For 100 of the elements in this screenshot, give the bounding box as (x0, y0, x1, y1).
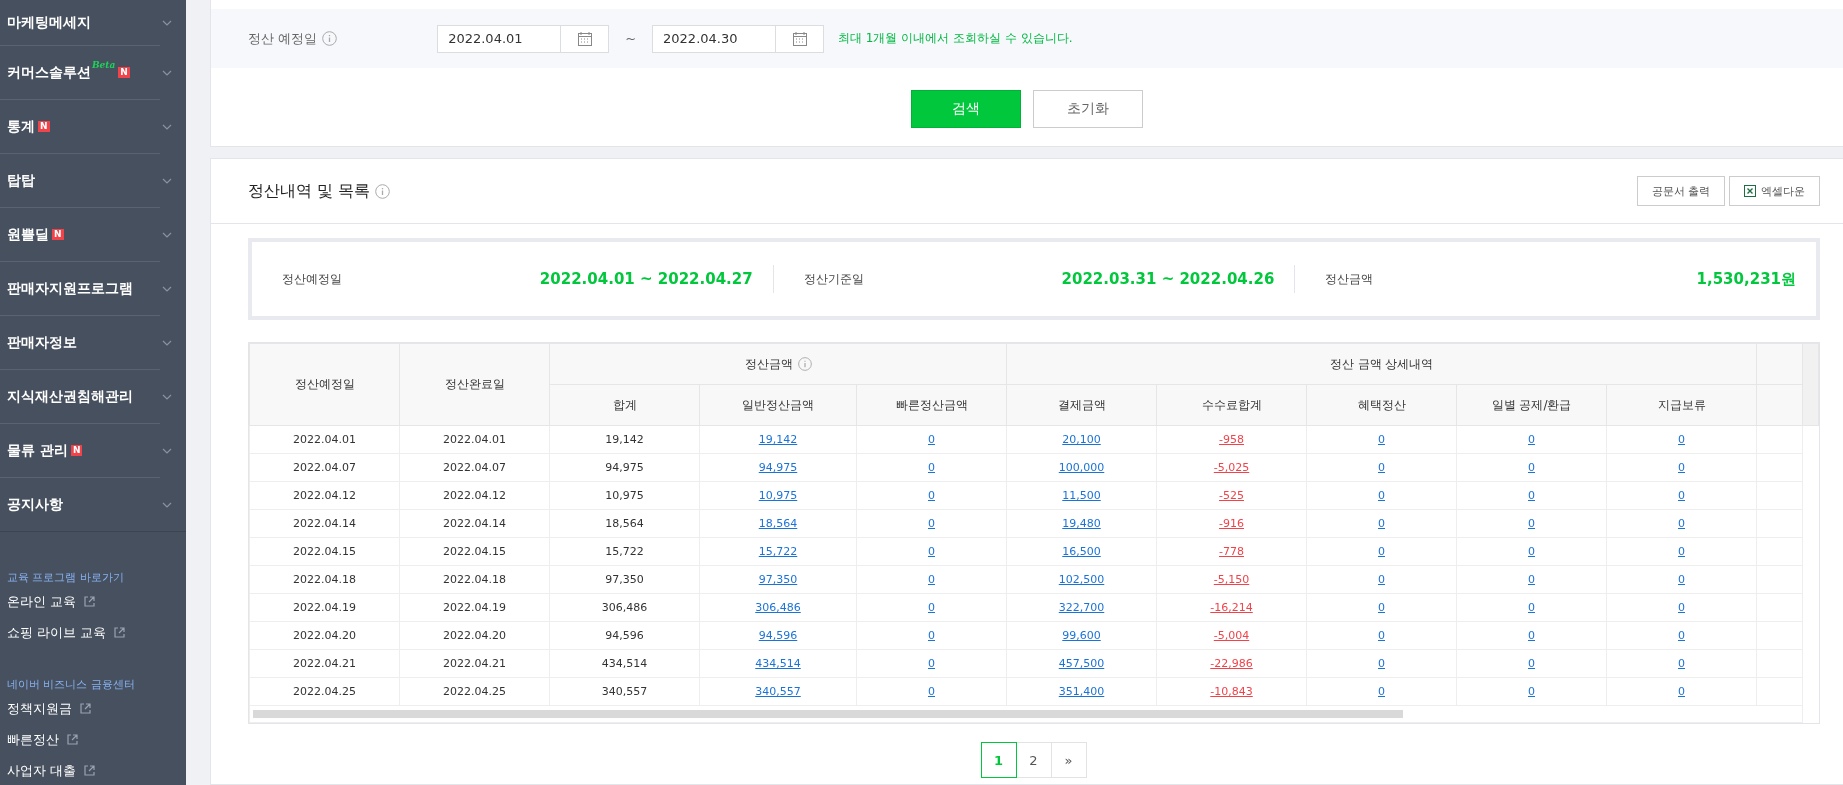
hint-text: 최대 1개월 이내에서 조회하실 수 있습니다. (838, 30, 1073, 47)
sidebar-link[interactable]: 온라인 교육 (7, 593, 186, 624)
amount-link[interactable]: 0 (1378, 517, 1385, 530)
amount-link[interactable]: 0 (928, 517, 935, 530)
amount-link[interactable]: 0 (928, 685, 935, 698)
amount-link[interactable]: 0 (1378, 657, 1385, 670)
sidebar-menu-item[interactable]: 지식재산권침해관리 (0, 370, 160, 424)
table-cell: 2022.04.18 (443, 573, 506, 586)
page-button[interactable]: 2 (1015, 742, 1052, 778)
sidebar-link[interactable]: 쇼핑 라이브 교육 (7, 624, 186, 655)
excel-download-button[interactable]: 엑셀다운 (1729, 176, 1820, 206)
amount-link[interactable]: 94,975 (758, 461, 798, 474)
amount-link[interactable]: 0 (1678, 573, 1685, 586)
amount-link[interactable]: 100,000 (1058, 461, 1105, 474)
amount-link[interactable]: -10,843 (1210, 685, 1253, 698)
sidebar-menu-item[interactable]: 판매자정보 (0, 316, 160, 370)
amount-link[interactable]: 97,350 (758, 573, 798, 586)
filter-label: 정산 예정일 (248, 29, 318, 48)
amount-link[interactable]: 0 (1378, 685, 1385, 698)
amount-link[interactable]: 0 (1678, 489, 1685, 502)
amount-link[interactable]: 0 (1528, 573, 1535, 586)
column-header: 빠른정산금액 (856, 384, 1007, 426)
amount-link[interactable]: 0 (1678, 545, 1685, 558)
amount-link[interactable]: 0 (1528, 489, 1535, 502)
sidebar-menu-item[interactable]: 통계 N (0, 100, 160, 154)
sidebar-menu-item[interactable]: 마케팅메세지 (0, 0, 160, 46)
amount-link[interactable]: 0 (928, 629, 935, 642)
amount-link[interactable]: 0 (1678, 657, 1685, 670)
amount-link[interactable]: 0 (928, 545, 935, 558)
amount-link[interactable]: -5,004 (1213, 629, 1250, 642)
amount-link[interactable]: 0 (1678, 685, 1685, 698)
amount-link[interactable]: 322,700 (1058, 601, 1105, 614)
amount-link[interactable]: 11,500 (1062, 489, 1101, 502)
amount-link[interactable]: 0 (1528, 461, 1535, 474)
amount-link[interactable]: 306,486 (755, 601, 801, 614)
amount-link[interactable]: -778 (1219, 545, 1244, 558)
amount-link[interactable]: 0 (1528, 657, 1535, 670)
sidebar-link[interactable]: 빠른정산 (7, 731, 186, 762)
amount-link[interactable]: 0 (1378, 433, 1385, 446)
amount-link[interactable]: 0 (1678, 433, 1685, 446)
amount-link[interactable]: 20,100 (1062, 433, 1101, 446)
end-date-field[interactable]: 2022.04.30 (652, 24, 777, 53)
amount-link[interactable]: 94,596 (758, 629, 798, 642)
print-button[interactable]: 공문서 출력 (1636, 176, 1725, 206)
amount-link[interactable]: 0 (1678, 461, 1685, 474)
amount-link[interactable]: 0 (1378, 489, 1385, 502)
amount-link[interactable]: 0 (1378, 601, 1385, 614)
amount-link[interactable]: 15,722 (758, 545, 798, 558)
sidebar-menu-item[interactable]: 탑탑 (0, 154, 160, 208)
amount-link[interactable]: 340,557 (755, 685, 801, 698)
amount-link[interactable]: 0 (1528, 433, 1535, 446)
external-link-icon (84, 596, 96, 607)
calendar-icon[interactable] (776, 24, 825, 53)
amount-link[interactable]: -5,025 (1213, 461, 1250, 474)
amount-link[interactable]: 0 (1678, 629, 1685, 642)
amount-link[interactable]: 10,975 (758, 489, 798, 502)
amount-link[interactable]: 0 (928, 489, 935, 502)
amount-link[interactable]: -525 (1219, 489, 1244, 502)
amount-link[interactable]: -958 (1219, 433, 1244, 446)
amount-link[interactable]: 16,500 (1062, 545, 1101, 558)
reset-button[interactable]: 초기화 (1033, 90, 1143, 128)
sidebar-link[interactable]: 정책지원금 (7, 700, 186, 731)
amount-link[interactable]: -16,214 (1210, 601, 1253, 614)
start-date-field[interactable]: 2022.04.01 (437, 24, 562, 53)
amount-link[interactable]: 0 (1678, 601, 1685, 614)
amount-link[interactable]: 457,500 (1058, 657, 1105, 670)
amount-link[interactable]: -916 (1219, 517, 1244, 530)
sidebar-menu-item[interactable]: 원쁠딜 N (0, 208, 160, 262)
amount-link[interactable]: 0 (1528, 545, 1535, 558)
amount-link[interactable]: 18,564 (758, 517, 798, 530)
next-page-button[interactable]: » (1050, 742, 1087, 778)
amount-link[interactable]: 434,514 (755, 657, 801, 670)
amount-link[interactable]: 0 (1528, 517, 1535, 530)
calendar-icon[interactable] (561, 24, 610, 53)
horizontal-scrollbar[interactable] (253, 710, 1403, 718)
amount-link[interactable]: 99,600 (1062, 629, 1101, 642)
sidebar-menu-item[interactable]: 물류 관리 N (0, 424, 160, 478)
table-cell: 340,557 (601, 685, 648, 698)
amount-link[interactable]: -5,150 (1213, 573, 1250, 586)
amount-link[interactable]: 0 (928, 601, 935, 614)
amount-link[interactable]: 0 (928, 433, 935, 446)
amount-link[interactable]: 102,500 (1058, 573, 1105, 586)
amount-link[interactable]: 0 (1378, 629, 1385, 642)
amount-link[interactable]: 0 (1528, 629, 1535, 642)
amount-link[interactable]: 0 (928, 657, 935, 670)
amount-link[interactable]: 0 (1378, 461, 1385, 474)
amount-link[interactable]: -22,986 (1210, 657, 1253, 670)
amount-link[interactable]: 19,480 (1062, 517, 1101, 530)
amount-link[interactable]: 0 (1378, 545, 1385, 558)
column-header: 혜택정산 (1306, 384, 1457, 426)
amount-link[interactable]: 19,142 (758, 433, 798, 446)
sidebar-menu-item[interactable]: 판매자지원프로그램 (0, 262, 160, 316)
amount-link[interactable]: 0 (1528, 685, 1535, 698)
amount-link[interactable]: 0 (928, 573, 935, 586)
amount-link[interactable]: 0 (1678, 517, 1685, 530)
sidebar-link[interactable]: 사업자 대출 (7, 762, 186, 785)
amount-link[interactable]: 0 (928, 461, 935, 474)
amount-link[interactable]: 0 (1528, 601, 1535, 614)
amount-link[interactable]: 351,400 (1058, 685, 1105, 698)
amount-link[interactable]: 0 (1378, 573, 1385, 586)
